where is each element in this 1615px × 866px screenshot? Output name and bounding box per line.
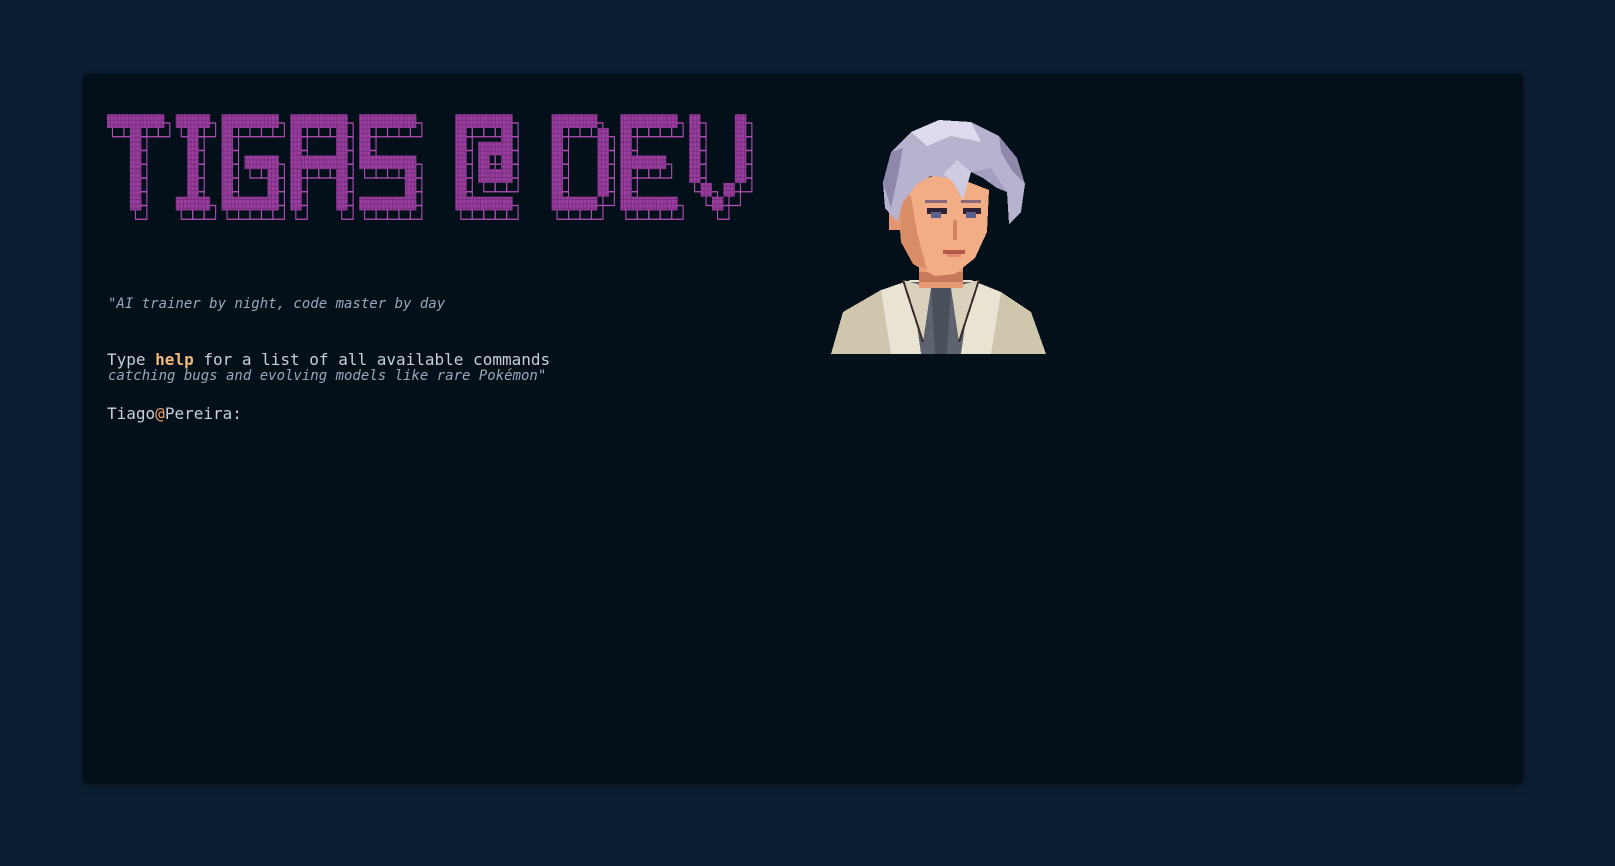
banner-graphic xyxy=(107,114,753,220)
avatar-portrait xyxy=(831,112,1046,354)
help-prefix: Type xyxy=(107,350,156,369)
help-suffix: for a list of all available commands xyxy=(193,350,551,369)
command-input[interactable] xyxy=(249,404,1150,423)
terminal-window[interactable]: "AI trainer by night, code master by day… xyxy=(83,74,1523,784)
prompt-host: Pereira xyxy=(164,404,233,423)
prompt-at-sign: @ xyxy=(155,404,165,423)
prompt-colon: : xyxy=(232,404,242,423)
help-command-keyword[interactable]: help xyxy=(155,350,194,369)
avatar-icon xyxy=(831,120,1046,354)
ascii-banner xyxy=(107,112,767,222)
prompt-user: Tiago xyxy=(107,404,156,423)
command-prompt: Tiago @ Pereira: xyxy=(107,404,1150,423)
help-hint: Type help for a list of all available co… xyxy=(107,350,550,369)
motto-line-1: "AI trainer by night, code master by day xyxy=(108,296,446,312)
